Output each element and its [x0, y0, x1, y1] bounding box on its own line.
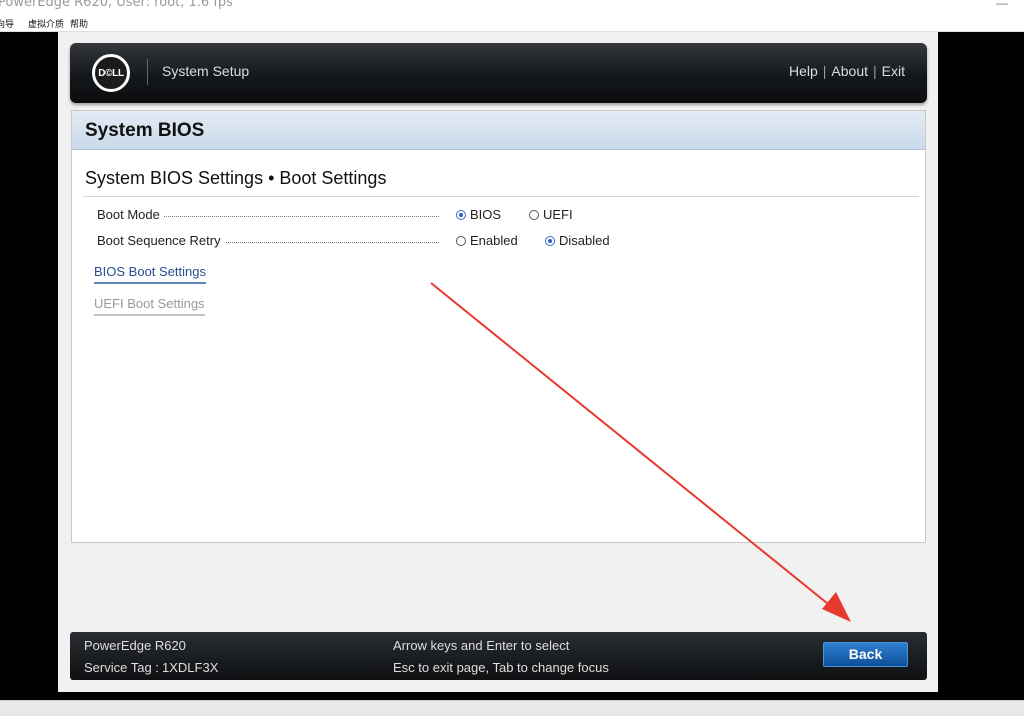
menu-item-help[interactable]: 帮助: [70, 17, 88, 30]
radio-label: Enabled: [470, 233, 518, 248]
window-title: PowerEdge R620, User: root, 1.6 fps: [0, 0, 233, 10]
setting-label: Boot Sequence Retry: [97, 233, 225, 248]
menu-item-wizard[interactable]: 向导: [0, 17, 14, 30]
setup-header: D©LL System Setup Help | About | Exit: [70, 43, 927, 103]
radio-disabled[interactable]: Disabled: [545, 233, 610, 248]
radio-bios[interactable]: BIOS: [456, 207, 501, 222]
about-link[interactable]: About: [831, 63, 868, 79]
exit-link[interactable]: Exit: [882, 63, 905, 79]
link-separator: |: [822, 63, 827, 79]
panel-heading-bar: System BIOS: [72, 111, 925, 150]
help-link[interactable]: Help: [789, 63, 818, 79]
bios-boot-settings-link[interactable]: BIOS Boot Settings: [94, 264, 207, 284]
radio-unselected-icon[interactable]: [456, 236, 466, 246]
app-title: System Setup: [162, 63, 250, 79]
header-links: Help | About | Exit: [789, 63, 905, 79]
hint-escape: Esc to exit page, Tab to change focus: [393, 660, 609, 675]
menu-item-virtual-media[interactable]: 虚拟介质: [28, 17, 64, 30]
link-separator: |: [873, 63, 877, 79]
service-tag-value: 1XDLF3X: [162, 660, 219, 675]
radio-enabled[interactable]: Enabled: [456, 233, 518, 248]
header-divider: [147, 59, 148, 85]
radio-uefi[interactable]: UEFI: [529, 207, 573, 222]
minimize-icon[interactable]: —: [996, 0, 1008, 10]
window-titlebar: PowerEdge R620, User: root, 1.6 fps —: [0, 0, 1024, 14]
radio-label: UEFI: [543, 207, 573, 222]
uefi-boot-settings-link[interactable]: UEFI Boot Settings: [94, 296, 205, 316]
radio-selected-icon[interactable]: [545, 236, 555, 246]
service-tag-label: Service Tag :: [84, 660, 159, 675]
setting-row-boot-sequence-retry: Boot Sequence Retry Enabled Disabled: [97, 233, 897, 251]
radio-label: Disabled: [559, 233, 610, 248]
menu-bar: 向导 虚拟介质 帮助: [0, 14, 1024, 32]
dell-logo: D©LL: [92, 54, 130, 92]
setup-footer: PowerEdge R620 Service Tag : 1XDLF3X Arr…: [70, 632, 927, 680]
panel-heading: System BIOS: [85, 120, 205, 141]
setting-row-boot-mode: Boot Mode BIOS UEFI: [97, 207, 897, 225]
logo-text: D©LL: [98, 67, 124, 79]
setting-label: Boot Mode: [97, 207, 164, 222]
hint-navigation: Arrow keys and Enter to select: [393, 638, 570, 653]
console-screen: D©LL System Setup Help | About | Exit System…: [58, 32, 938, 692]
window-bottom-strip: [0, 700, 1024, 716]
radio-selected-icon[interactable]: [456, 210, 466, 220]
radio-label: BIOS: [470, 207, 502, 222]
page-title: System BIOS Settings • Boot Settings: [85, 168, 387, 188]
bios-panel: System BIOS System BIOS Settings • Boot …: [71, 110, 926, 543]
model-name: PowerEdge R620: [84, 638, 186, 653]
radio-unselected-icon[interactable]: [529, 210, 539, 220]
title-divider: [83, 196, 919, 197]
back-button[interactable]: Back: [823, 642, 908, 667]
